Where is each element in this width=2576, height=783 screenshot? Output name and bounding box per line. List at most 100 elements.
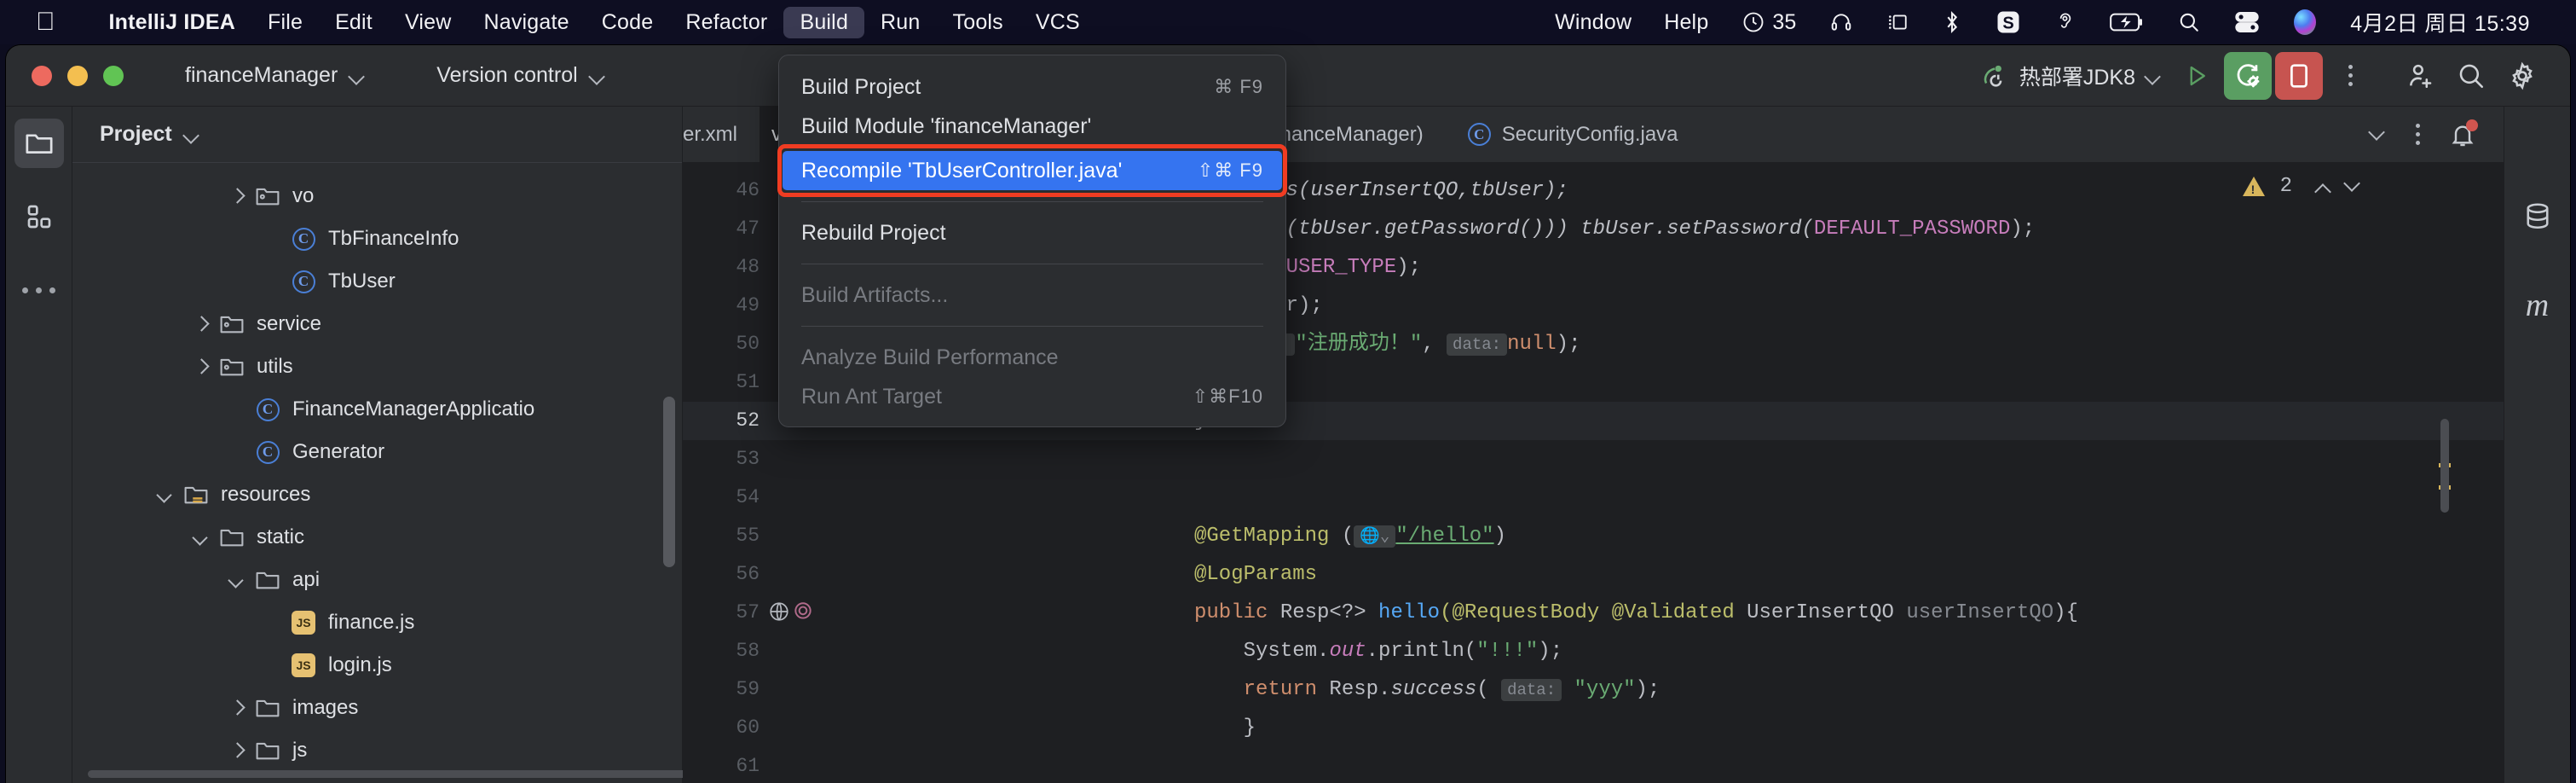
macmenu-refactor[interactable]: Refactor bbox=[669, 7, 783, 38]
web-endpoint-icon[interactable]: 🌐⌄ bbox=[1354, 525, 1395, 548]
project-tree-vertical-scrollbar[interactable] bbox=[663, 397, 675, 567]
gutter-line-number[interactable]: 50 bbox=[683, 325, 775, 363]
macmenu-window[interactable]: Window bbox=[1539, 7, 1648, 38]
tree-item[interactable]: js bbox=[72, 729, 682, 772]
tree-item[interactable]: CTbFinanceInfo bbox=[72, 218, 682, 260]
notifications-bell-icon[interactable] bbox=[2444, 116, 2481, 154]
menu-item-build-project[interactable]: Build Project ⌘ F9 bbox=[779, 67, 1285, 107]
gutter-line-number[interactable]: 47 bbox=[683, 210, 775, 248]
menu-item-recompile-tbusercontroller[interactable]: Recompile 'TbUserController.java' ⇧⌘ F9 bbox=[783, 151, 1282, 190]
macmenu-vcs[interactable]: VCS bbox=[1019, 7, 1096, 38]
gutter-line-number[interactable]: 49 bbox=[683, 287, 775, 325]
minimize-window-button[interactable] bbox=[67, 66, 88, 86]
chevron-down-icon[interactable] bbox=[190, 526, 212, 548]
macos-clock[interactable]: 4月2日 周日 15:39 bbox=[2333, 7, 2547, 38]
database-icon[interactable] bbox=[2513, 192, 2562, 241]
chevron-down-icon[interactable] bbox=[154, 484, 176, 506]
gutter-line-number[interactable]: 53 bbox=[683, 440, 775, 478]
gutter-line-number[interactable]: 52 bbox=[683, 402, 775, 440]
run-configuration-selector[interactable]: 热部署JDK8 bbox=[1972, 55, 2169, 96]
project-tree[interactable]: voCTbFinanceInfoCTbUserserviceutilsCFina… bbox=[72, 163, 682, 783]
structure-tool-icon[interactable] bbox=[14, 192, 64, 241]
previous-problem-icon[interactable] bbox=[2307, 171, 2330, 200]
tree-item[interactable]: CFinanceManagerApplicatio bbox=[72, 388, 682, 431]
macmenu-edit[interactable]: Edit bbox=[319, 7, 389, 38]
next-problem-icon[interactable] bbox=[2345, 175, 2367, 197]
tab-list-chevron-icon[interactable] bbox=[2370, 124, 2392, 146]
control-center-icon[interactable] bbox=[2217, 11, 2277, 33]
battery-charging-icon[interactable] bbox=[2093, 12, 2161, 32]
tree-item[interactable]: JSfinance.js bbox=[72, 601, 682, 644]
version-control-dropdown[interactable]: Version control bbox=[426, 58, 615, 93]
gutter-line-number[interactable]: 57 bbox=[683, 594, 775, 632]
chevron-down-icon[interactable] bbox=[226, 569, 248, 591]
gutter-line-number[interactable]: 59 bbox=[683, 670, 775, 709]
tree-item[interactable]: api bbox=[72, 559, 682, 601]
gutter-line-number[interactable]: 48 bbox=[683, 248, 775, 287]
stop-button[interactable] bbox=[2275, 52, 2323, 100]
chevron-right-icon[interactable] bbox=[190, 313, 212, 335]
tree-item[interactable]: vo bbox=[72, 175, 682, 218]
close-window-button[interactable] bbox=[32, 66, 52, 86]
project-tree-horizontal-scrollbar[interactable] bbox=[88, 770, 702, 778]
headphones-icon[interactable] bbox=[1813, 11, 1869, 33]
bluetooth-icon[interactable] bbox=[1926, 10, 1978, 34]
gutter-line-number[interactable]: 61 bbox=[683, 747, 775, 783]
tree-item[interactable]: static bbox=[72, 516, 682, 559]
gutter-line-number[interactable]: 60 bbox=[683, 709, 775, 747]
spotlight-search-icon[interactable] bbox=[2161, 11, 2217, 33]
tree-item[interactable]: service bbox=[72, 303, 682, 345]
editor-vertical-scrollbar[interactable] bbox=[2440, 419, 2449, 513]
chevron-right-icon[interactable] bbox=[226, 185, 248, 207]
editor-gutter[interactable]: 46474849505152535455565758596061 bbox=[683, 163, 775, 783]
macmenu-view[interactable]: View bbox=[389, 7, 468, 38]
project-tool-icon[interactable] bbox=[14, 119, 64, 168]
run-button[interactable] bbox=[2173, 52, 2221, 100]
tab-options-icon[interactable] bbox=[2416, 124, 2420, 145]
rerun-debug-button[interactable] bbox=[2224, 52, 2272, 100]
tree-item[interactable]: JSlogin.js bbox=[72, 644, 682, 687]
tree-item[interactable]: images bbox=[72, 687, 682, 729]
tree-item[interactable]: utils bbox=[72, 345, 682, 388]
gutter-line-number[interactable]: 51 bbox=[683, 363, 775, 402]
gutter-line-number[interactable]: 55 bbox=[683, 517, 775, 555]
project-name-dropdown[interactable]: financeManager bbox=[175, 58, 375, 93]
tree-item[interactable]: CTbUser bbox=[72, 260, 682, 303]
more-tools-icon[interactable] bbox=[14, 265, 64, 315]
macmenu-tools[interactable]: Tools bbox=[937, 7, 1019, 38]
chevron-right-icon[interactable] bbox=[190, 356, 212, 378]
chevron-right-icon[interactable] bbox=[226, 697, 248, 719]
maximize-window-button[interactable] bbox=[103, 66, 124, 86]
macmenu-code[interactable]: Code bbox=[586, 7, 670, 38]
gutter-line-number[interactable]: 56 bbox=[683, 555, 775, 594]
snipaste-icon[interactable]: S bbox=[1978, 9, 2038, 35]
apple-logo-icon[interactable]:  bbox=[36, 9, 55, 35]
macmenu-help[interactable]: Help bbox=[1648, 7, 1724, 38]
screen-mirroring-icon[interactable] bbox=[1869, 11, 1926, 33]
menu-item-rebuild-project[interactable]: Rebuild Project bbox=[779, 213, 1285, 252]
editor-tab-mapper-xml[interactable]: er.xml bbox=[683, 107, 760, 162]
siri-icon[interactable] bbox=[2277, 9, 2333, 35]
more-actions-button[interactable] bbox=[2326, 52, 2374, 100]
maven-icon[interactable]: m bbox=[2513, 281, 2562, 330]
build-dropdown-menu[interactable]: Build Project ⌘ F9 Build Module 'finance… bbox=[778, 55, 1286, 427]
gutter-line-number[interactable]: 58 bbox=[683, 632, 775, 670]
macmenu-intellij-idea[interactable]: IntelliJ IDEA bbox=[93, 7, 251, 38]
project-panel-header[interactable]: Project bbox=[72, 107, 682, 163]
tree-item[interactable]: CGenerator bbox=[72, 431, 682, 473]
macmenu-run[interactable]: Run bbox=[864, 7, 936, 38]
editor-tab-securityconfig-java[interactable]: C SecurityConfig.java bbox=[1446, 107, 1701, 162]
macmenu-build[interactable]: Build bbox=[783, 7, 864, 38]
macmenu-file[interactable]: File bbox=[251, 7, 319, 38]
search-button[interactable] bbox=[2447, 52, 2495, 100]
menu-item-build-module[interactable]: Build Module 'financeManager' bbox=[779, 107, 1285, 146]
settings-button[interactable] bbox=[2498, 52, 2546, 100]
time-machine-icon[interactable]: 35 bbox=[1724, 10, 1813, 35]
macmenu-navigate[interactable]: Navigate bbox=[468, 7, 586, 38]
gutter-line-number[interactable]: 46 bbox=[683, 171, 775, 210]
tree-item[interactable]: resources bbox=[72, 473, 682, 516]
gutter-line-number[interactable]: 54 bbox=[683, 478, 775, 517]
account-button[interactable] bbox=[2396, 52, 2444, 100]
chevron-right-icon[interactable] bbox=[226, 740, 248, 762]
ear-icon[interactable] bbox=[2038, 10, 2093, 34]
